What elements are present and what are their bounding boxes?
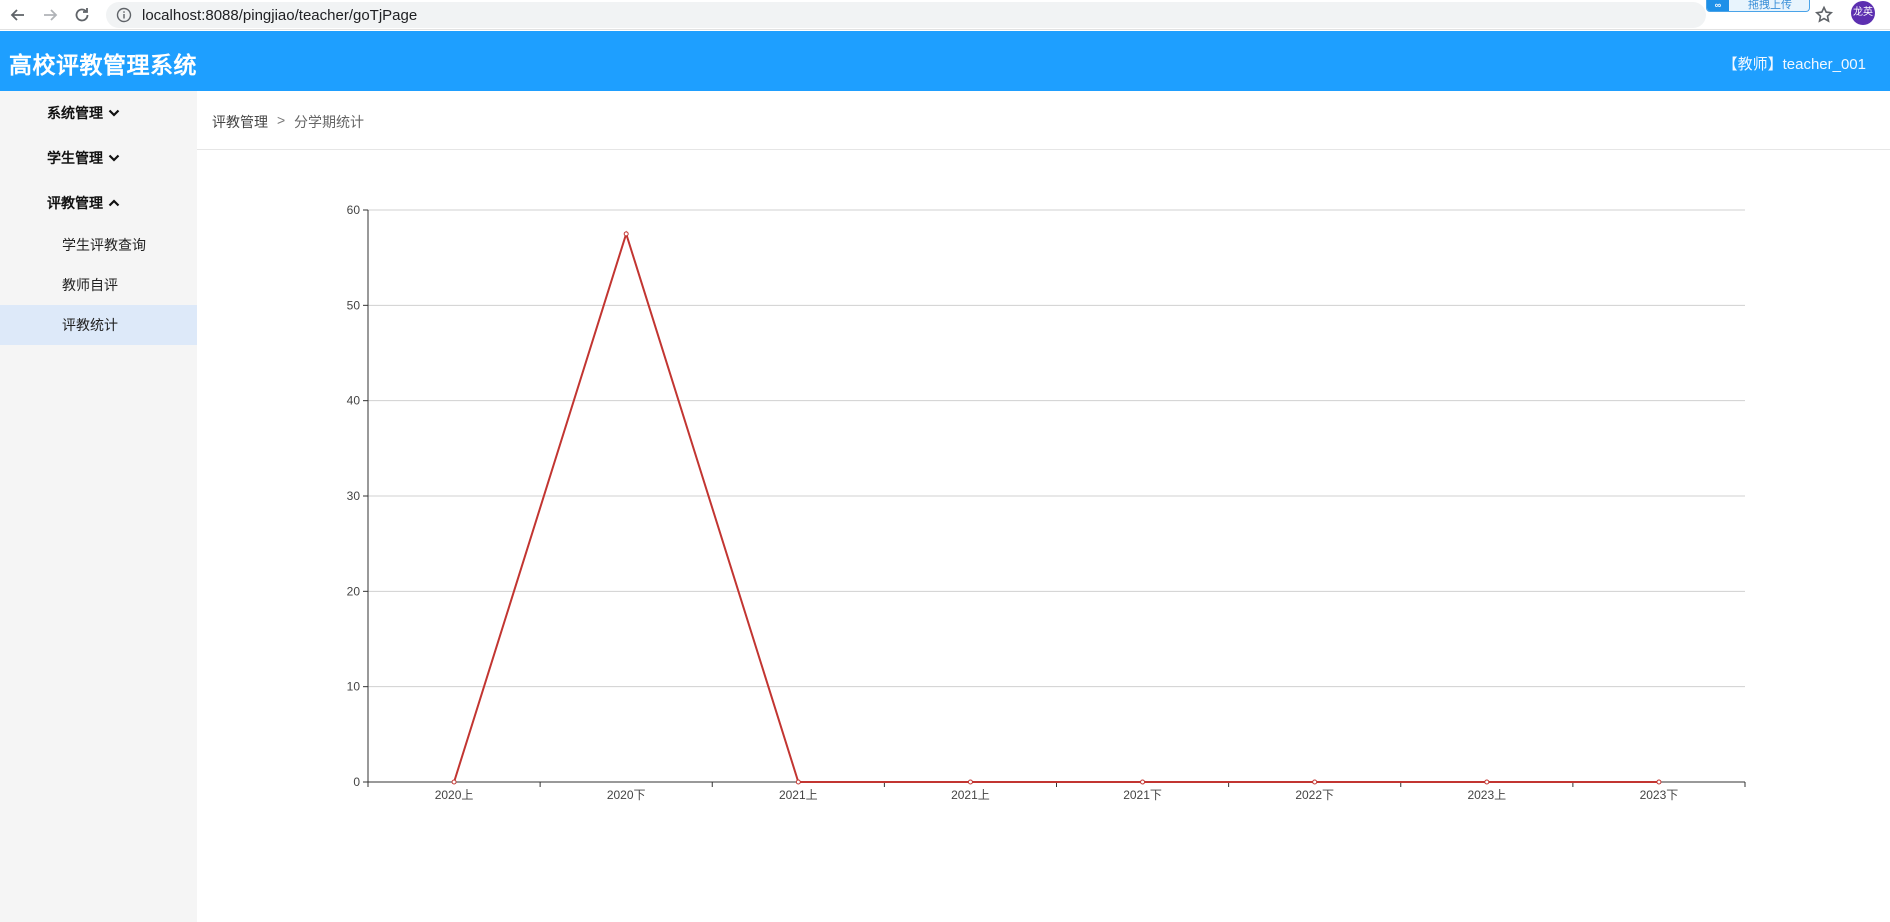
y-tick-label: 40 [347, 394, 361, 408]
sidebar-group-evaluation[interactable]: 评教管理 [47, 192, 120, 214]
sidebar-item-evaluation-statistics[interactable]: 评教统计 [0, 305, 197, 345]
data-point[interactable] [1656, 779, 1662, 785]
data-point[interactable] [1312, 779, 1318, 785]
x-tick-label: 2023下 [1640, 788, 1679, 802]
url-text: localhost:8088/pingjiao/teacher/goTjPage [142, 6, 418, 24]
x-tick-label: 2022下 [1295, 788, 1334, 802]
data-point[interactable] [1140, 779, 1146, 785]
sidebar-group-label: 系统管理 [47, 105, 103, 121]
sidebar: 系统管理 学生管理 评教管理 学生评教查询 教师自评 评教统计 [0, 91, 197, 922]
sidebar-group-system[interactable]: 系统管理 [47, 102, 120, 124]
y-axis-ticks: 0 10 20 30 40 50 60 [347, 203, 368, 789]
x-axis-ticks: 2020上 2020下 2021上 2021上 2021下 2022下 2023上 2023下 [367, 782, 1746, 802]
sidebar-item-student-evaluation-query[interactable]: 学生评教查询 [0, 225, 197, 265]
data-point[interactable] [967, 779, 973, 785]
y-tick-label: 30 [347, 489, 361, 503]
semester-statistics-chart: 0 10 20 30 40 50 60 2020上 2020下 2021上 2021上 2021下 2… [197, 151, 1890, 922]
series-points [451, 231, 1662, 785]
profile-avatar[interactable]: 龙英 [1851, 1, 1875, 25]
x-tick-label: 2021上 [951, 788, 990, 802]
chevron-down-icon [108, 109, 120, 117]
y-tick-label: 20 [347, 584, 361, 598]
line-chart: 0102030405060 2020上 2020下 2021上 2021上 2021下 2… [347, 203, 1746, 802]
bookmark-star-icon[interactable] [1812, 3, 1836, 27]
breadcrumb: 评教管理 > 分学期统计 [197, 91, 1890, 150]
chevron-up-icon [108, 199, 120, 207]
forward-arrow-icon[interactable] [38, 3, 62, 27]
app-title: 高校评教管理系统 [9, 52, 197, 78]
upload-extension-button[interactable]: ∞ 拖拽上传 [1706, 0, 1810, 12]
x-tick-label: 2021下 [1123, 788, 1162, 802]
info-icon[interactable] [116, 7, 132, 23]
back-arrow-icon[interactable] [6, 3, 30, 27]
sidebar-group-label: 学生管理 [47, 150, 103, 166]
y-tick-label: 10 [347, 680, 361, 694]
sidebar-group-label: 评教管理 [47, 195, 103, 211]
x-tick-label: 2023上 [1467, 788, 1506, 802]
sidebar-item-teacher-self-evaluation[interactable]: 教师自评 [0, 265, 197, 305]
x-tick-label: 2021上 [779, 788, 818, 802]
data-point[interactable] [1484, 779, 1490, 785]
chart-grid [368, 209, 1745, 688]
browser-toolbar: localhost:8088/pingjiao/teacher/goTjPage… [0, 0, 1890, 30]
data-point[interactable] [623, 231, 629, 237]
app-header: 高校评教管理系统 【教师】teacher_001 [0, 31, 1890, 91]
breadcrumb-parent[interactable]: 评教管理 [212, 112, 268, 132]
x-tick-label: 2020下 [607, 788, 646, 802]
breadcrumb-current: 分学期统计 [294, 114, 364, 130]
data-point[interactable] [451, 779, 457, 785]
current-user[interactable]: 【教师】teacher_001 [1723, 53, 1866, 74]
chevron-down-icon [108, 154, 120, 162]
x-tick-label: 2020上 [435, 788, 474, 802]
series-line [453, 230, 1659, 783]
extension-logo-icon: ∞ [1707, 0, 1729, 11]
breadcrumb-separator: > [277, 112, 286, 128]
data-point[interactable] [795, 779, 801, 785]
y-tick-label: 50 [347, 298, 361, 312]
sidebar-group-students[interactable]: 学生管理 [47, 147, 120, 169]
address-bar[interactable]: localhost:8088/pingjiao/teacher/goTjPage [106, 2, 1706, 28]
extension-label: 拖拽上传 [1748, 0, 1792, 11]
reload-icon[interactable] [70, 3, 94, 27]
y-tick-label: 60 [347, 203, 361, 217]
y-tick-label: 0 [353, 775, 360, 789]
